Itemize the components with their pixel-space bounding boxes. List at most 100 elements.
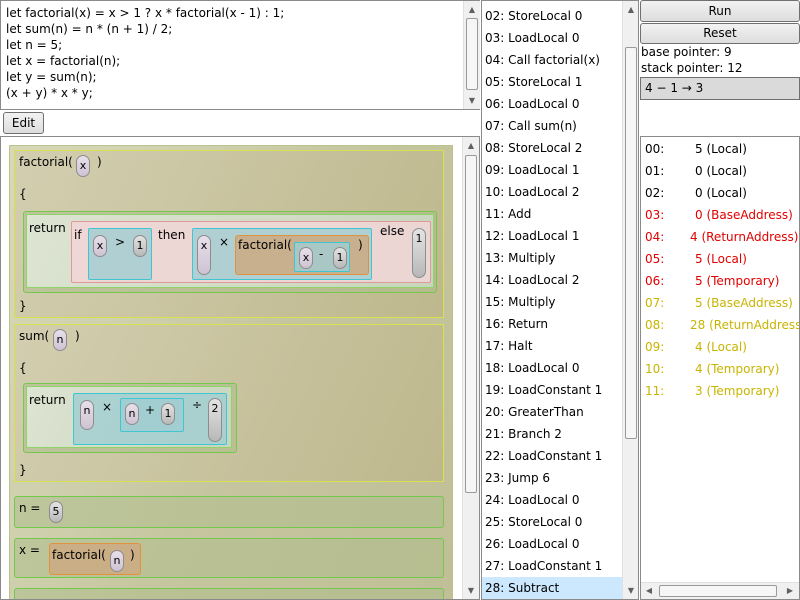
- function-sum[interactable]: sum( n ) { return n × n + 1 ÷ 2}: [14, 324, 444, 482]
- instruction-item[interactable]: 02: StoreLocal 0: [482, 5, 622, 27]
- scroll-down-icon[interactable]: ▼: [464, 92, 480, 109]
- scroll-thumb[interactable]: [465, 155, 477, 493]
- instruction-item[interactable]: 18: LoadLocal 0: [482, 357, 622, 379]
- conditional-expression[interactable]: if x > 1 then x × factorial(x - 1) els…: [71, 221, 431, 283]
- else-keyword: else: [380, 224, 405, 238]
- var-pill[interactable]: x: [197, 235, 211, 275]
- scroll-down-icon[interactable]: ▼: [623, 582, 638, 599]
- instruction-item[interactable]: 04: Call factorial(x): [482, 49, 622, 71]
- param-pill[interactable]: x: [76, 155, 90, 177]
- stack-value: 4 (ReturnAddress): [690, 230, 799, 244]
- source-line: let factorial(x) = x > 1 ? x * factorial…: [6, 6, 285, 20]
- assign-y[interactable]: [14, 588, 444, 599]
- source-code-editor[interactable]: let factorial(x) = x > 1 ? x * factorial…: [0, 0, 480, 110]
- instruction-list[interactable]: 02: StoreLocal 0 03: LoadLocal 0 04: Call …: [481, 0, 639, 600]
- const-pill[interactable]: 1: [333, 247, 347, 269]
- instruction-item[interactable]: 20: GreaterThan: [482, 401, 622, 423]
- call-expression[interactable]: factorial( x - 1 ): [235, 235, 369, 275]
- source-line: let y = sum(n);: [6, 70, 97, 84]
- instruction-scrollbar[interactable]: ▲ ▼: [622, 1, 638, 599]
- scroll-thumb[interactable]: [466, 18, 478, 90]
- const-pill[interactable]: 2: [208, 398, 222, 442]
- scroll-thumb[interactable]: [659, 585, 777, 597]
- reset-button[interactable]: Reset: [640, 23, 800, 44]
- sum-expression[interactable]: n × n + 1 ÷ 2: [73, 393, 227, 445]
- instruction-item[interactable]: 11: Add: [482, 203, 622, 225]
- instruction-item[interactable]: 27: LoadConstant 1: [482, 555, 622, 577]
- stack-pointer-label: stack pointer: 12: [641, 61, 743, 75]
- stack-view[interactable]: 00: 5 (Local) 01: 0 (Local) 02: 0 (Local) 03: 0…: [640, 136, 800, 600]
- close-brace: }: [19, 463, 27, 477]
- const-pill[interactable]: 1: [412, 228, 426, 278]
- stack-address: 01:: [645, 164, 665, 178]
- stack-address: 02:: [645, 186, 665, 200]
- instruction-item[interactable]: 08: StoreLocal 2: [482, 137, 622, 159]
- scroll-thumb[interactable]: [625, 47, 637, 439]
- visual-editor[interactable]: factorial( x ) { return if x > 1 then x …: [0, 136, 480, 600]
- condition-expression[interactable]: x > 1: [88, 228, 152, 280]
- stack-value: 5 (BaseAddress): [695, 296, 793, 310]
- const-pill[interactable]: 1: [133, 235, 147, 257]
- source-scrollbar[interactable]: ▲ ▼: [463, 1, 480, 109]
- instruction-item[interactable]: 15: Multiply: [482, 291, 622, 313]
- instruction-item[interactable]: 16: Return: [482, 313, 622, 335]
- instruction-item[interactable]: 21: Branch 2: [482, 423, 622, 445]
- operator: >: [115, 235, 126, 249]
- scroll-left-icon[interactable]: ◀: [641, 583, 657, 599]
- var-pill[interactable]: x: [299, 247, 313, 269]
- instruction-item[interactable]: 28: Subtract: [482, 577, 622, 599]
- visual-canvas: factorial( x ) { return if x > 1 then x …: [9, 145, 453, 599]
- instruction-item[interactable]: 26: LoadLocal 0: [482, 533, 622, 555]
- return-keyword: return: [29, 393, 66, 407]
- stack-hscrollbar[interactable]: ◀ ▶: [641, 582, 799, 599]
- instruction-item[interactable]: 23: Jump 6: [482, 467, 622, 489]
- return-box: return if x > 1 then x × factorial(x - …: [26, 214, 434, 288]
- var-pill[interactable]: x: [93, 235, 107, 257]
- operator: ×: [102, 400, 113, 414]
- then-expression[interactable]: x × factorial( x - 1 ): [192, 228, 372, 280]
- function-factorial[interactable]: factorial( x ) { return if x > 1 then x …: [14, 150, 444, 318]
- operator: ×: [219, 235, 230, 249]
- instruction-item[interactable]: 06: LoadLocal 0: [482, 93, 622, 115]
- stack-value: 4 (Temporary): [695, 362, 780, 376]
- var-pill[interactable]: n: [125, 403, 139, 425]
- inner-expression[interactable]: n + 1: [120, 398, 184, 432]
- source-line: let n = 5;: [6, 38, 63, 52]
- instruction-item[interactable]: 12: LoadLocal 1: [482, 225, 622, 247]
- stack-address: 06:: [645, 274, 665, 288]
- assign-x[interactable]: x = factorial( n ): [14, 538, 444, 578]
- scroll-up-icon[interactable]: ▲: [623, 1, 638, 18]
- instruction-item[interactable]: 17: Halt: [482, 335, 622, 357]
- scroll-up-icon[interactable]: ▲: [463, 137, 479, 154]
- const-pill[interactable]: 5: [49, 501, 63, 523]
- edit-button[interactable]: Edit: [3, 112, 44, 134]
- param-pill[interactable]: n: [53, 329, 67, 351]
- operator: ÷: [192, 398, 203, 412]
- return-statement[interactable]: return n × n + 1 ÷ 2: [23, 383, 237, 453]
- instruction-item[interactable]: 22: LoadConstant 1: [482, 445, 622, 467]
- var-pill[interactable]: n: [80, 400, 94, 430]
- stack-address: 00:: [645, 142, 665, 156]
- instruction-item[interactable]: 14: LoadLocal 2: [482, 269, 622, 291]
- const-pill[interactable]: 1: [161, 403, 175, 425]
- run-button[interactable]: Run: [640, 0, 800, 22]
- scroll-right-icon[interactable]: ▶: [782, 583, 798, 599]
- call-argument[interactable]: x - 1: [294, 242, 350, 272]
- return-statement[interactable]: return if x > 1 then x × factorial(x - …: [23, 211, 437, 293]
- instruction-item[interactable]: 07: Call sum(n): [482, 115, 622, 137]
- instruction-item[interactable]: 05: StoreLocal 1: [482, 71, 622, 93]
- instruction-item[interactable]: 10: LoadLocal 2: [482, 181, 622, 203]
- instruction-item[interactable]: 19: LoadConstant 1: [482, 379, 622, 401]
- instruction-item[interactable]: 03: LoadLocal 0: [482, 27, 622, 49]
- scroll-down-icon[interactable]: ▼: [463, 582, 479, 599]
- visual-scrollbar[interactable]: ▲ ▼: [462, 137, 479, 599]
- var-pill[interactable]: n: [110, 550, 124, 572]
- instruction-item[interactable]: 09: LoadLocal 1: [482, 159, 622, 181]
- scroll-up-icon[interactable]: ▲: [464, 1, 480, 18]
- instruction-item[interactable]: 13: Multiply: [482, 247, 622, 269]
- call-expression[interactable]: factorial( n ): [49, 543, 141, 575]
- instruction-item[interactable]: 25: StoreLocal 0: [482, 511, 622, 533]
- assign-n[interactable]: n = 5: [14, 496, 444, 528]
- instruction-item[interactable]: 24: LoadLocal 0: [482, 489, 622, 511]
- call-close-paren: ): [358, 238, 363, 252]
